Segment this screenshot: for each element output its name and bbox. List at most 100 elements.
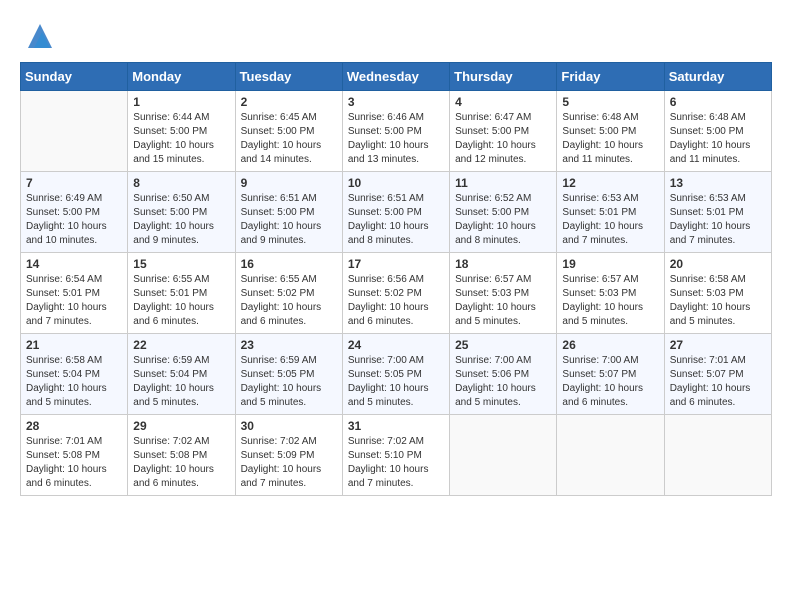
weekday-header-wednesday: Wednesday: [342, 63, 449, 91]
calendar-cell: 26 Sunrise: 7:00 AMSunset: 5:07 PMDayligh…: [557, 334, 664, 415]
day-number: 27: [670, 338, 766, 352]
calendar-cell: 21 Sunrise: 6:58 AMSunset: 5:04 PMDayligh…: [21, 334, 128, 415]
day-info: Sunrise: 7:02 AMSunset: 5:09 PMDaylight:…: [241, 435, 337, 491]
day-info: Sunrise: 7:02 AMSunset: 5:08 PMDaylight:…: [133, 435, 229, 491]
day-info: Sunrise: 6:59 AMSunset: 5:05 PMDaylight:…: [241, 354, 337, 410]
day-number: 26: [562, 338, 658, 352]
calendar-cell: 28Sunrise: 7:01 AMSunset: 5:08 PMDayligh…: [21, 415, 128, 496]
day-info: Sunrise: 7:01 AMSunset: 5:08 PMDaylight:…: [26, 435, 122, 491]
day-info: Sunrise: 6:48 AMSunset: 5:00 PMDaylight:…: [562, 111, 658, 167]
day-number: 25: [455, 338, 551, 352]
day-info: Sunrise: 6:56 AMSunset: 5:02 PMDaylight:…: [348, 273, 444, 329]
calendar-cell: 25 Sunrise: 7:00 AMSunset: 5:06 PMDayligh…: [450, 334, 557, 415]
day-number: 23: [241, 338, 337, 352]
calendar-cell: 8Sunrise: 6:50 AMSunset: 5:00 PMDaylight…: [128, 172, 235, 253]
day-info: Sunrise: 6:55 AMSunset: 5:02 PMDaylight:…: [241, 273, 337, 329]
calendar-cell: 9Sunrise: 6:51 AMSunset: 5:00 PMDaylight…: [235, 172, 342, 253]
calendar-week-row: 21 Sunrise: 6:58 AMSunset: 5:04 PMDayligh…: [21, 334, 772, 415]
calendar-cell: 4 Sunrise: 6:47 AMSunset: 5:00 PMDaylight…: [450, 91, 557, 172]
day-info: Sunrise: 7:01 AMSunset: 5:07 PMDaylight:…: [670, 354, 766, 410]
calendar-cell: [557, 415, 664, 496]
calendar-cell: 18 Sunrise: 6:57 AMSunset: 5:03 PMDayligh…: [450, 253, 557, 334]
day-info: Sunrise: 7:00 AMSunset: 5:05 PMDaylight:…: [348, 354, 444, 410]
calendar-week-row: 28Sunrise: 7:01 AMSunset: 5:08 PMDayligh…: [21, 415, 772, 496]
calendar-cell: [21, 91, 128, 172]
calendar-cell: 6 Sunrise: 6:48 AMSunset: 5:00 PMDaylight…: [664, 91, 771, 172]
weekday-header-friday: Friday: [557, 63, 664, 91]
day-info: Sunrise: 6:57 AMSunset: 5:03 PMDaylight:…: [562, 273, 658, 329]
day-info: Sunrise: 6:52 AMSunset: 5:00 PMDaylight:…: [455, 192, 551, 248]
calendar-week-row: 14 Sunrise: 6:54 AMSunset: 5:01 PMDayligh…: [21, 253, 772, 334]
day-info: Sunrise: 6:59 AMSunset: 5:04 PMDaylight:…: [133, 354, 229, 410]
calendar-cell: 1Sunrise: 6:44 AMSunset: 5:00 PMDaylight…: [128, 91, 235, 172]
day-info: Sunrise: 6:57 AMSunset: 5:03 PMDaylight:…: [455, 273, 551, 329]
day-number: 1: [133, 95, 229, 109]
day-number: 4: [455, 95, 551, 109]
calendar-cell: [664, 415, 771, 496]
calendar-table: SundayMondayTuesdayWednesdayThursdayFrid…: [20, 62, 772, 496]
calendar-cell: 29 Sunrise: 7:02 AMSunset: 5:08 PMDayligh…: [128, 415, 235, 496]
logo-icon: [24, 20, 56, 52]
day-number: 15: [133, 257, 229, 271]
day-number: 2: [241, 95, 337, 109]
day-number: 19: [562, 257, 658, 271]
day-info: Sunrise: 7:00 AMSunset: 5:06 PMDaylight:…: [455, 354, 551, 410]
calendar-cell: 7 Sunrise: 6:49 AMSunset: 5:00 PMDaylight…: [21, 172, 128, 253]
calendar-cell: 19 Sunrise: 6:57 AMSunset: 5:03 PMDayligh…: [557, 253, 664, 334]
day-info: Sunrise: 6:49 AMSunset: 5:00 PMDaylight:…: [26, 192, 122, 248]
calendar-cell: 22 Sunrise: 6:59 AMSunset: 5:04 PMDayligh…: [128, 334, 235, 415]
day-info: Sunrise: 6:47 AMSunset: 5:00 PMDaylight:…: [455, 111, 551, 167]
calendar-cell: 31 Sunrise: 7:02 AMSunset: 5:10 PMDayligh…: [342, 415, 449, 496]
day-info: Sunrise: 6:51 AMSunset: 5:00 PMDaylight:…: [241, 192, 337, 248]
day-number: 29: [133, 419, 229, 433]
day-number: 16: [241, 257, 337, 271]
day-info: Sunrise: 6:58 AMSunset: 5:03 PMDaylight:…: [670, 273, 766, 329]
day-number: 21: [26, 338, 122, 352]
day-number: 13: [670, 176, 766, 190]
weekday-header-sunday: Sunday: [21, 63, 128, 91]
day-info: Sunrise: 7:02 AMSunset: 5:10 PMDaylight:…: [348, 435, 444, 491]
day-number: 5: [562, 95, 658, 109]
calendar-cell: 3 Sunrise: 6:46 AMSunset: 5:00 PMDaylight…: [342, 91, 449, 172]
weekday-header-row: SundayMondayTuesdayWednesdayThursdayFrid…: [21, 63, 772, 91]
day-info: Sunrise: 7:00 AMSunset: 5:07 PMDaylight:…: [562, 354, 658, 410]
day-number: 12: [562, 176, 658, 190]
day-info: Sunrise: 6:46 AMSunset: 5:00 PMDaylight:…: [348, 111, 444, 167]
calendar-cell: 15Sunrise: 6:55 AMSunset: 5:01 PMDayligh…: [128, 253, 235, 334]
day-number: 22: [133, 338, 229, 352]
calendar-cell: 14 Sunrise: 6:54 AMSunset: 5:01 PMDayligh…: [21, 253, 128, 334]
day-info: Sunrise: 6:54 AMSunset: 5:01 PMDaylight:…: [26, 273, 122, 329]
day-number: 6: [670, 95, 766, 109]
day-info: Sunrise: 6:48 AMSunset: 5:00 PMDaylight:…: [670, 111, 766, 167]
calendar-cell: [450, 415, 557, 496]
page-header: [20, 20, 772, 52]
day-info: Sunrise: 6:53 AMSunset: 5:01 PMDaylight:…: [562, 192, 658, 248]
calendar-cell: 30Sunrise: 7:02 AMSunset: 5:09 PMDayligh…: [235, 415, 342, 496]
calendar-cell: 17Sunrise: 6:56 AMSunset: 5:02 PMDayligh…: [342, 253, 449, 334]
weekday-header-monday: Monday: [128, 63, 235, 91]
day-number: 18: [455, 257, 551, 271]
day-info: Sunrise: 6:58 AMSunset: 5:04 PMDaylight:…: [26, 354, 122, 410]
day-number: 11: [455, 176, 551, 190]
day-info: Sunrise: 6:51 AMSunset: 5:00 PMDaylight:…: [348, 192, 444, 248]
weekday-header-tuesday: Tuesday: [235, 63, 342, 91]
weekday-header-saturday: Saturday: [664, 63, 771, 91]
day-number: 7: [26, 176, 122, 190]
calendar-week-row: 1Sunrise: 6:44 AMSunset: 5:00 PMDaylight…: [21, 91, 772, 172]
day-info: Sunrise: 6:50 AMSunset: 5:00 PMDaylight:…: [133, 192, 229, 248]
calendar-cell: 24 Sunrise: 7:00 AMSunset: 5:05 PMDayligh…: [342, 334, 449, 415]
calendar-cell: 13 Sunrise: 6:53 AMSunset: 5:01 PMDayligh…: [664, 172, 771, 253]
day-info: Sunrise: 6:45 AMSunset: 5:00 PMDaylight:…: [241, 111, 337, 167]
day-number: 10: [348, 176, 444, 190]
day-number: 24: [348, 338, 444, 352]
day-number: 14: [26, 257, 122, 271]
day-number: 20: [670, 257, 766, 271]
day-number: 31: [348, 419, 444, 433]
day-info: Sunrise: 6:53 AMSunset: 5:01 PMDaylight:…: [670, 192, 766, 248]
calendar-cell: 20 Sunrise: 6:58 AMSunset: 5:03 PMDayligh…: [664, 253, 771, 334]
calendar-cell: 27 Sunrise: 7:01 AMSunset: 5:07 PMDayligh…: [664, 334, 771, 415]
calendar-cell: 11 Sunrise: 6:52 AMSunset: 5:00 PMDayligh…: [450, 172, 557, 253]
calendar-cell: 23 Sunrise: 6:59 AMSunset: 5:05 PMDayligh…: [235, 334, 342, 415]
day-number: 3: [348, 95, 444, 109]
calendar-cell: 5 Sunrise: 6:48 AMSunset: 5:00 PMDaylight…: [557, 91, 664, 172]
